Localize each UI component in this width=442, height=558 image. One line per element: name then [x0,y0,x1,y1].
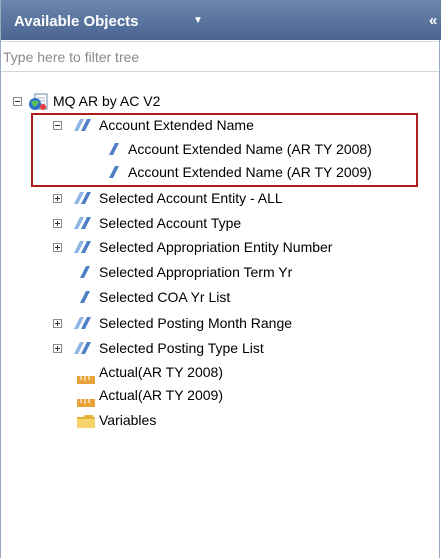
tree-item[interactable]: Selected Posting Month Range [1,312,439,334]
expand-toggle-icon[interactable] [53,219,62,228]
filter-tree-input[interactable] [3,44,423,70]
panel-header: Available Objects ▼ « [1,0,441,40]
tree-item[interactable]: Selected Appropriation Entity Number [1,236,439,258]
tree-item[interactable]: Variables [1,409,439,431]
expand-toggle-icon[interactable] [53,243,62,252]
expand-toggle-icon[interactable] [53,194,62,203]
tree-item-label: Selected Appropriation Term Yr [99,264,293,280]
tree-item[interactable]: Selected COA Yr List [1,286,439,308]
tree-item[interactable]: Selected Account Type [1,212,439,234]
tree-item[interactable]: Selected Account Entity - ALL [1,187,439,209]
tree-item-label: Selected Posting Month Range [99,315,293,331]
tree-item[interactable]: Actual(AR TY 2009) [1,384,439,407]
dimension-folder-icon [71,315,95,337]
panel-title[interactable]: Available Objects [14,13,139,30]
tree-item-label: Selected Posting Type List [99,340,264,356]
tree-item-label: Selected Account Type [99,215,242,231]
folder-icon [76,413,96,435]
collapse-panel-icon[interactable]: « [429,12,437,29]
tree-item-label: Actual(AR TY 2008) [99,364,223,380]
highlight-box [31,113,418,187]
dimension-folder-icon [71,340,95,362]
dimension-icon [78,289,92,311]
expand-toggle-icon[interactable] [53,319,62,328]
filter-box [1,41,439,72]
tree-item[interactable]: Actual(AR TY 2008) [1,361,439,384]
dimension-folder-icon [71,215,95,237]
tree-root-label: MQ AR by AC V2 [53,93,161,109]
tree-item-label: Selected Account Entity - ALL [99,190,283,206]
dimension-icon [78,264,92,286]
dimension-folder-icon [71,190,95,212]
tree-item-label: Variables [99,412,157,428]
collapse-toggle-icon[interactable] [13,97,22,106]
dimension-folder-icon [71,239,95,261]
expand-toggle-icon[interactable] [53,344,62,353]
tree-item[interactable]: Selected Posting Type List [1,337,439,359]
available-objects-panel: Available Objects ▼ « MQ AR by AC V2 [0,0,441,558]
tree-item[interactable]: Selected Appropriation Term Yr [1,261,439,283]
tree-item-label: Actual(AR TY 2009) [99,387,223,403]
dropdown-caret-icon[interactable]: ▼ [193,15,203,26]
tree-item-label: Selected Appropriation Entity Number [99,239,333,255]
tree-root[interactable]: MQ AR by AC V2 [1,90,439,112]
tree-item-label: Selected COA Yr List [99,289,231,305]
